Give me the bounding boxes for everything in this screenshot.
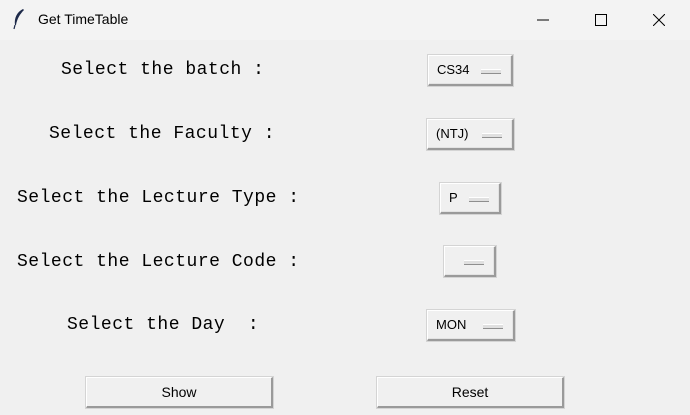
day-label: Select the Day : <box>67 315 260 335</box>
dropdown-indicator-icon <box>483 324 503 329</box>
lecture-code-label: Select the Lecture Code : <box>17 252 300 272</box>
faculty-label: Select the Faculty : <box>49 124 276 144</box>
batch-value: CS34 <box>437 62 470 77</box>
lecture-code-dropdown[interactable] <box>444 246 496 277</box>
lecture-type-value: P <box>449 190 458 205</box>
day-value: MON <box>436 317 467 332</box>
faculty-value: (NTJ) <box>436 126 469 141</box>
minimize-button[interactable] <box>520 0 566 40</box>
batch-label: Select the batch : <box>61 60 265 80</box>
maximize-icon <box>595 14 607 26</box>
lecture-type-label: Select the Lecture Type : <box>17 188 300 208</box>
close-button[interactable] <box>636 0 682 40</box>
minimize-icon <box>537 19 549 21</box>
faculty-dropdown[interactable]: (NTJ) <box>427 119 514 150</box>
title-bar[interactable]: Get TimeTable <box>0 0 690 40</box>
show-button[interactable]: Show <box>86 377 273 408</box>
batch-dropdown[interactable]: CS34 <box>428 55 513 86</box>
window-title: Get TimeTable <box>38 11 129 27</box>
feather-icon <box>13 9 24 30</box>
reset-button[interactable]: Reset <box>377 377 564 408</box>
dropdown-indicator-icon <box>481 69 501 74</box>
dropdown-indicator-icon <box>464 260 484 265</box>
day-dropdown[interactable]: MON <box>427 310 515 341</box>
dropdown-indicator-icon <box>469 197 489 202</box>
lecture-type-dropdown[interactable]: P <box>440 183 501 214</box>
maximize-button[interactable] <box>578 0 624 40</box>
dropdown-indicator-icon <box>482 133 502 138</box>
app-window: Get TimeTable Select the batch : CS34 Se… <box>0 0 690 415</box>
close-icon <box>653 14 665 26</box>
